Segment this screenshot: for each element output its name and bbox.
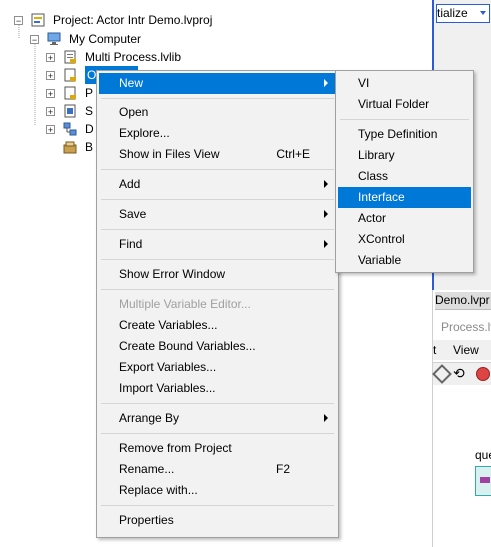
highlight-icon[interactable]: ⟲: [453, 365, 465, 382]
run-continuous-icon[interactable]: [432, 364, 452, 384]
expand-icon[interactable]: +: [46, 125, 55, 135]
menu-separator: [101, 289, 334, 290]
submenu-item-xcontrol[interactable]: XControl: [338, 229, 471, 250]
shortcut-label: Ctrl+E: [276, 147, 310, 161]
submenu-arrow-icon: [324, 210, 328, 218]
shortcut-label: F2: [275, 462, 290, 476]
menu-item-replace-with[interactable]: Replace with...: [99, 480, 336, 501]
submenu-item-interface[interactable]: Interface: [338, 187, 471, 208]
menu-item-save[interactable]: Save: [99, 204, 336, 225]
class-icon: [64, 104, 76, 118]
background-menubar: t View: [433, 340, 491, 360]
tree-item-label: B: [85, 140, 94, 154]
tree-item-label: S: [85, 104, 94, 118]
build-specs-icon: [63, 141, 77, 154]
menu-item-create-variables[interactable]: Create Variables...: [99, 315, 336, 336]
abort-icon[interactable]: [476, 367, 490, 381]
menu-item-explore[interactable]: Explore...: [99, 123, 336, 144]
menu-item-find[interactable]: Find: [99, 234, 336, 255]
collapse-icon[interactable]: −: [30, 35, 39, 45]
expand-icon[interactable]: +: [46, 107, 55, 117]
menu-item-new[interactable]: New: [99, 73, 336, 94]
submenu-item-variable[interactable]: Variable: [338, 250, 471, 271]
menu-item-arrange-by[interactable]: Arrange By: [99, 408, 336, 429]
que-label: que: [475, 448, 491, 462]
background-toolbar: ⟲: [432, 362, 491, 385]
menu-item-open[interactable]: Open: [99, 102, 336, 123]
menu-item-rename[interactable]: Rename... F2: [99, 459, 336, 480]
tree-item-label: D: [85, 122, 94, 136]
project-label: Project: Actor Intr Demo.lvproj: [53, 13, 213, 27]
menu-t[interactable]: t: [433, 340, 436, 360]
library-icon: [64, 68, 76, 82]
menu-separator: [101, 505, 334, 506]
submenu-item-vi[interactable]: VI: [338, 73, 471, 94]
menu-item-show-error-window[interactable]: Show Error Window: [99, 264, 336, 285]
expand-icon[interactable]: +: [46, 71, 55, 81]
menu-item-export-variables[interactable]: Export Variables...: [99, 357, 336, 378]
menu-item-properties[interactable]: Properties: [99, 510, 336, 531]
initialize-label: tialize: [437, 6, 468, 20]
menu-item-multiple-variable-editor: Multiple Variable Editor...: [119, 297, 251, 311]
process-window-title[interactable]: Process.lv: [441, 318, 491, 336]
initialize-dropdown[interactable]: tialize: [436, 4, 490, 23]
menu-item-remove-from-project[interactable]: Remove from Project: [99, 438, 336, 459]
submenu-arrow-icon: [324, 180, 328, 188]
menu-separator: [101, 403, 334, 404]
project-icon: [31, 13, 45, 27]
demo-window-title[interactable]: Demo.lvpr: [435, 292, 491, 310]
menu-item-add[interactable]: Add: [99, 174, 336, 195]
tree-item-label: P: [85, 86, 94, 100]
tree-item-label: Multi Process.lvlib: [85, 50, 182, 64]
submenu-item-actor[interactable]: Actor: [338, 208, 471, 229]
expand-icon[interactable]: +: [46, 89, 55, 99]
submenu-item-library[interactable]: Library: [338, 145, 471, 166]
submenu-item-class[interactable]: Class: [338, 166, 471, 187]
submenu-item-type-definition[interactable]: Type Definition: [338, 124, 471, 145]
collapse-icon[interactable]: −: [14, 16, 23, 26]
background-window-bottom: Demo.lvpr Process.lv t View ⟲ que: [432, 290, 491, 547]
menu-separator: [101, 433, 334, 434]
queue-node-icon[interactable]: [475, 466, 491, 496]
tree-item-b[interactable]: B: [0, 138, 100, 156]
dependencies-icon: [63, 122, 77, 136]
menu-item-show-in-files-view[interactable]: Show in Files View Ctrl+E: [99, 144, 336, 165]
menu-separator: [101, 98, 334, 99]
menu-item-import-variables[interactable]: Import Variables...: [99, 378, 336, 399]
tree-item-p[interactable]: + P: [0, 84, 100, 102]
computer-icon: [47, 32, 61, 45]
menu-view[interactable]: View: [453, 340, 479, 360]
tree-item-s[interactable]: + S: [0, 102, 100, 120]
context-menu: New Open Explore... Show in Files View C…: [96, 70, 339, 538]
new-submenu: VI Virtual Folder Type Definition Librar…: [335, 70, 474, 273]
dropdown-arrow-icon: [480, 11, 486, 15]
library-icon: [64, 50, 76, 64]
tree-row-project[interactable]: − Project: Actor Intr Demo.lvproj: [0, 11, 300, 29]
library-icon: [64, 86, 76, 100]
menu-separator: [101, 199, 334, 200]
menu-separator: [340, 119, 469, 120]
submenu-arrow-icon: [324, 79, 328, 87]
submenu-item-virtual-folder[interactable]: Virtual Folder: [338, 94, 471, 115]
menu-separator: [101, 259, 334, 260]
submenu-arrow-icon: [324, 240, 328, 248]
tree-item-multi-process[interactable]: + Multi Process.lvlib: [0, 48, 300, 66]
expand-icon[interactable]: +: [46, 53, 55, 63]
my-computer-label: My Computer: [69, 32, 142, 46]
menu-separator: [101, 229, 334, 230]
menu-item-create-bound-variables[interactable]: Create Bound Variables...: [99, 336, 336, 357]
menu-separator: [101, 169, 334, 170]
tree-item-d[interactable]: + D: [0, 120, 100, 138]
tree-row-my-computer[interactable]: − My Computer: [0, 30, 300, 48]
submenu-arrow-icon: [324, 414, 328, 422]
